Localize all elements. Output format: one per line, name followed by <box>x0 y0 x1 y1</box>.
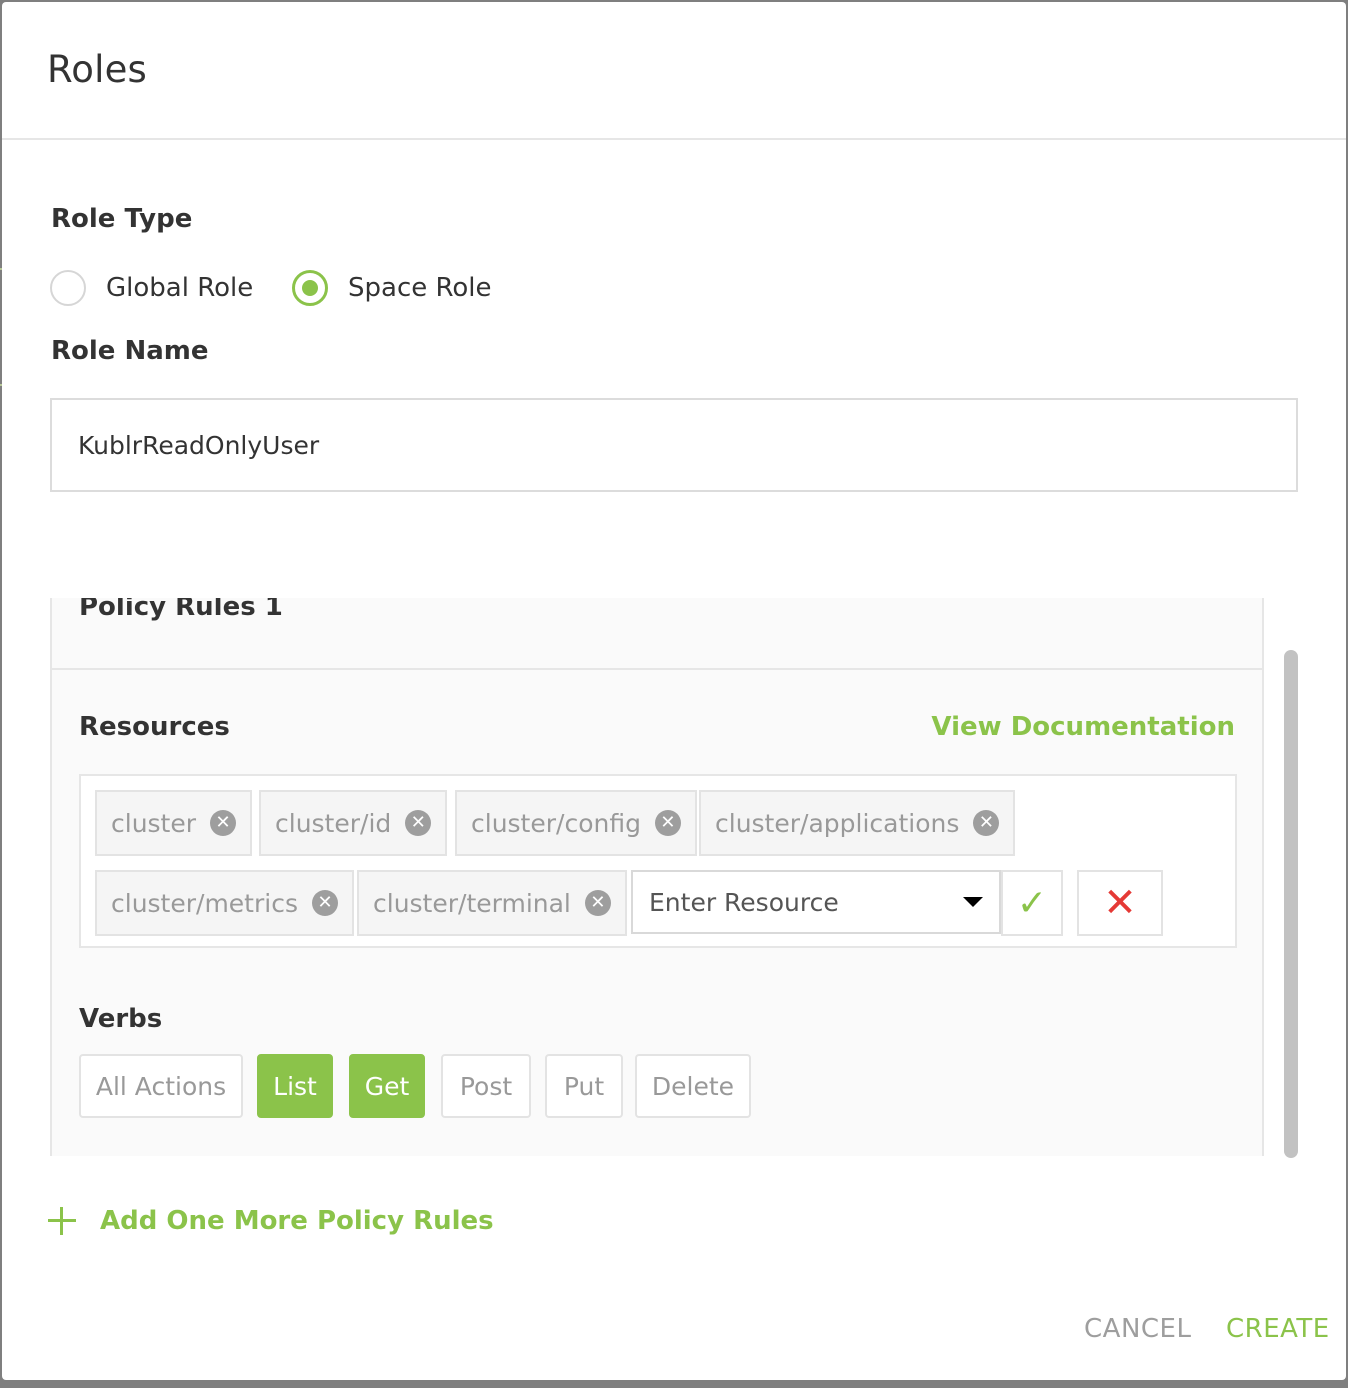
resource-select[interactable]: Enter Resource <box>631 870 1001 934</box>
add-policy-rule-button[interactable]: Add One More Policy Rules <box>48 1206 494 1236</box>
radio-checked-icon <box>292 270 328 306</box>
verb-post[interactable]: Post <box>441 1054 531 1118</box>
plus-icon <box>48 1207 76 1235</box>
role-name-label: Role Name <box>51 336 209 366</box>
title-divider <box>2 138 1346 140</box>
remove-chip-icon[interactable]: ✕ <box>210 810 237 836</box>
radio-global-role[interactable]: Global Role <box>50 270 253 306</box>
cancel-button[interactable]: CANCEL <box>1084 1314 1191 1344</box>
checkmark-icon: ✓ <box>1016 882 1048 924</box>
verb-all-actions[interactable]: All Actions <box>79 1054 243 1118</box>
create-button[interactable]: CREATE <box>1226 1314 1330 1344</box>
resources-box: cluster ✕ cluster/id ✕ cluster/config ✕ … <box>79 774 1237 948</box>
role-name-input[interactable] <box>50 398 1298 492</box>
cancel-resource-button[interactable]: ✕ <box>1077 870 1163 936</box>
close-icon: ✕ <box>1103 880 1137 926</box>
policy-rules-title: Policy Rules 1 <box>79 598 283 622</box>
radio-label-space-role: Space Role <box>348 273 492 303</box>
resources-label: Resources <box>79 712 230 742</box>
resource-chip: cluster/applications ✕ <box>699 790 1016 856</box>
add-policy-rule-label: Add One More Policy Rules <box>100 1206 494 1236</box>
resource-chip: cluster/id ✕ <box>259 790 448 856</box>
remove-chip-icon[interactable]: ✕ <box>584 890 611 916</box>
policy-rules-panel: Policy Rules 1 Resources View Documentat… <box>50 598 1264 1156</box>
remove-chip-icon[interactable]: ✕ <box>311 890 338 916</box>
remove-chip-icon[interactable]: ✕ <box>654 810 681 836</box>
resource-chip-label: cluster <box>111 808 197 838</box>
resource-chip-label: cluster/metrics <box>111 888 298 918</box>
resource-chip: cluster/terminal ✕ <box>357 870 627 936</box>
remove-chip-icon[interactable]: ✕ <box>973 810 1000 836</box>
policy-rules-header: Policy Rules 1 <box>52 598 1262 670</box>
verb-put[interactable]: Put <box>545 1054 623 1118</box>
radio-space-role[interactable]: Space Role <box>292 270 492 306</box>
view-documentation-link[interactable]: View Documentation <box>931 712 1235 742</box>
caret-down-icon <box>963 897 983 907</box>
dialog-title: Roles <box>47 48 148 91</box>
remove-chip-icon[interactable]: ✕ <box>405 810 432 836</box>
resource-chip: cluster ✕ <box>95 790 253 856</box>
radio-label-global-role: Global Role <box>106 273 254 303</box>
radio-unchecked-icon <box>50 270 86 306</box>
confirm-resource-button[interactable]: ✓ <box>1001 870 1063 936</box>
resource-chip: cluster/metrics ✕ <box>95 870 354 936</box>
role-type-label: Role Type <box>51 204 193 234</box>
roles-dialog: Roles Role Type Global Role Space Role R… <box>2 2 1346 1380</box>
verb-list[interactable]: List <box>257 1054 333 1118</box>
resource-chip-label: cluster/terminal <box>373 888 571 918</box>
resource-chip-label: cluster/applications <box>715 808 960 838</box>
resource-select-placeholder: Enter Resource <box>649 887 839 917</box>
resource-chip-label: cluster/config <box>471 808 641 838</box>
resource-chip: cluster/config ✕ <box>455 790 697 856</box>
verb-get[interactable]: Get <box>349 1054 425 1118</box>
scrollbar-thumb[interactable] <box>1284 650 1298 1158</box>
verb-delete[interactable]: Delete <box>635 1054 751 1118</box>
resource-chip-label: cluster/id <box>275 808 392 838</box>
verbs-label: Verbs <box>79 1004 163 1034</box>
